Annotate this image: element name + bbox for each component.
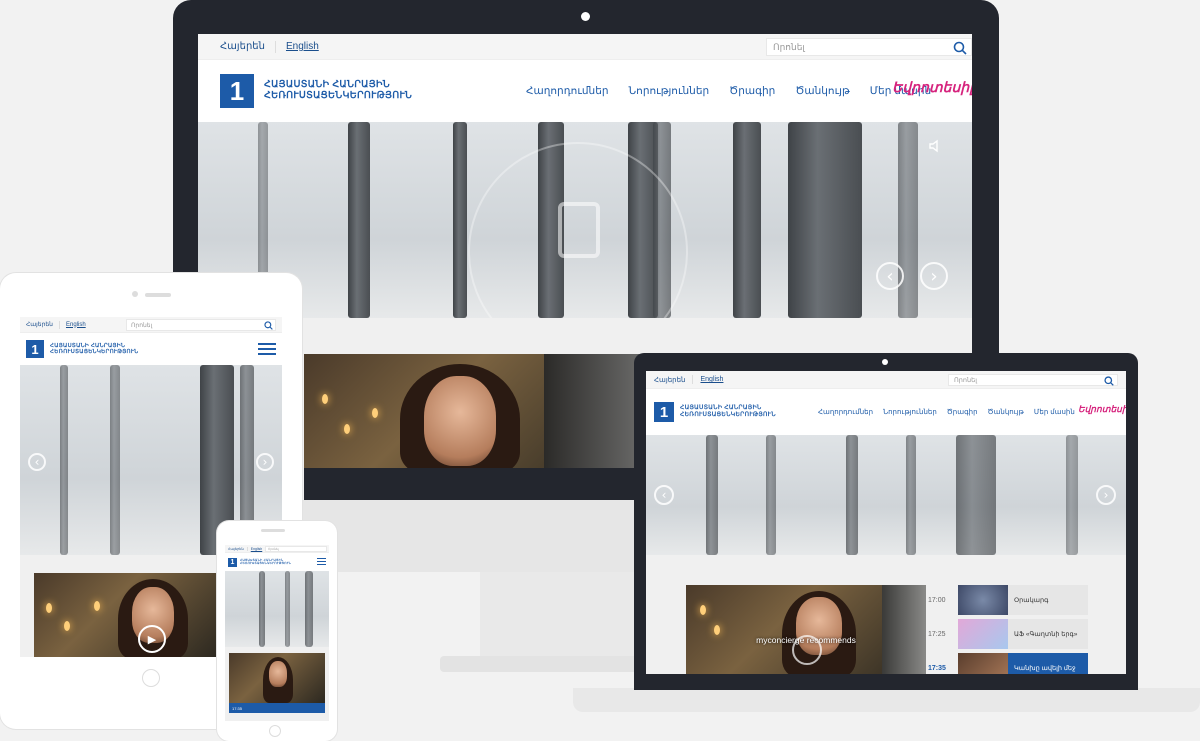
tablet-search-placeholder: Որոնել — [131, 322, 153, 329]
laptop-nav-about[interactable]: Մեր մասին — [1034, 408, 1075, 416]
schedule-title: ԱՖ «Գաղտնի երգ» — [1008, 619, 1088, 649]
hamburger-menu-icon[interactable] — [258, 340, 276, 358]
phone-lang-en[interactable]: English — [251, 547, 262, 551]
tablet-prev-arrow[interactable]: ‹ — [28, 453, 46, 471]
laptop-top-bar: Հայերեն English Որոնել — [646, 371, 1126, 389]
tablet-logo-mark[interactable]: 1 — [26, 340, 44, 358]
laptop-video-player[interactable]: myconcierge recommends — [686, 585, 926, 674]
laptop-screen: Հայերեն English Որոնել 1 ՀԱՅԱՍՏԱՆԻ ՀԱՆՐԱ… — [646, 371, 1126, 674]
search-icon[interactable] — [953, 41, 967, 55]
phone-hamburger-icon[interactable] — [317, 556, 326, 567]
laptop-logo-mark[interactable]: 1 — [654, 402, 674, 422]
tablet-video-player[interactable]: ▶ — [34, 573, 218, 657]
eurovision-badge[interactable]: Եվրոտեսիլ — [892, 80, 972, 97]
laptop-header: 1 ՀԱՅԱՍՏԱՆԻ ՀԱՆՐԱՅԻՆ ՀԵՌՈՒՍՏԱՑԵՆԿԵՐՈՒԹՅՈ… — [646, 389, 1126, 435]
tablet-play-icon[interactable]: ▶ — [138, 625, 166, 653]
lang-hy-link[interactable]: Հայերեն — [220, 41, 265, 52]
main-nav: Հաղորդումներ Նորություններ Ծրագիր Ծանկու… — [526, 85, 931, 97]
laptop-content: myconcierge recommends 17:00 Օրակարգ 17:… — [646, 555, 1126, 674]
tablet-search-input[interactable]: Որոնել — [126, 319, 276, 331]
schedule-time: 17:35 — [928, 664, 946, 672]
camera-dot — [581, 12, 590, 21]
laptop-next-arrow[interactable]: › — [1096, 485, 1116, 505]
tablet-speaker — [145, 293, 171, 297]
laptop-search-input[interactable]: Որոնել — [948, 374, 1118, 386]
lang-divider — [274, 40, 276, 53]
tablet-lang-hy[interactable]: Հայերեն — [26, 321, 53, 328]
laptop-nav-schedule[interactable]: Ծրագիր — [947, 408, 978, 416]
tablet-next-arrow[interactable]: › — [256, 453, 274, 471]
schedule-title: Օրակարգ — [1008, 585, 1088, 615]
laptop-prev-arrow[interactable]: ‹ — [654, 485, 674, 505]
phone-hero — [225, 571, 329, 647]
phone-device: Հայերեն English Որոնել 1 ՀԱՅԱՍՏԱՆԻ ՀԱՆՐԱ… — [217, 521, 337, 741]
logo-watermark — [558, 202, 600, 258]
laptop-lang-hy[interactable]: Հայերեն — [654, 376, 685, 384]
laptop-logo-text[interactable]: ՀԱՅԱՍՏԱՆԻ ՀԱՆՐԱՅԻՆ ՀԵՌՈՒՍՏԱՑԵՆԿԵՐՈՒԹՅՈՒՆ — [680, 405, 776, 419]
laptop-search-placeholder: Որոնել — [954, 377, 978, 384]
tablet-camera — [132, 291, 138, 297]
nav-item-news[interactable]: Նորություններ — [629, 85, 710, 97]
phone-home-button[interactable] — [269, 725, 281, 737]
phone-screen: Հայերեն English Որոնել 1 ՀԱՅԱՍՏԱՆԻ ՀԱՆՐԱ… — [225, 545, 329, 721]
hero-next-arrow[interactable]: › — [920, 262, 948, 290]
tablet-home-button[interactable] — [142, 669, 160, 687]
search-icon[interactable] — [1104, 376, 1114, 386]
schedule-time: 17:00 — [928, 596, 946, 604]
logo-mark[interactable]: 1 — [220, 74, 254, 108]
laptop-hero: ‹ › — [646, 435, 1126, 555]
phone-content: 17:35 — [225, 647, 329, 721]
schedule-thumb — [958, 653, 1008, 674]
schedule-title: Կանխը ավելի մեջ — [1008, 653, 1088, 674]
phone-logo-mark[interactable]: 1 — [228, 557, 237, 567]
laptop-nav-culture[interactable]: Ծանկույթ — [988, 408, 1024, 416]
schedule-row-2[interactable]: 17:25 ԱՖ «Գաղտնի երգ» — [928, 619, 1088, 649]
search-input[interactable]: Որոնել — [766, 38, 972, 56]
laptop-main-nav: Հաղորդումներ Նորություններ Ծրագիր Ծանկու… — [818, 408, 1075, 416]
phone-search-placeholder: Որոնել — [268, 547, 279, 551]
laptop-camera — [882, 359, 888, 365]
speaker-icon[interactable] — [928, 138, 944, 154]
hero-prev-arrow[interactable]: ‹ — [876, 262, 904, 290]
phone-header: 1 ՀԱՅԱՍՏԱՆԻ ՀԱՆՐԱՅԻՆ ՀԵՌՈՒՍՏԱՑԵՆԿԵՐՈՒԹՅՈ… — [225, 553, 329, 571]
tablet-lang-en[interactable]: English — [66, 322, 86, 328]
laptop-lang-en[interactable]: English — [700, 376, 723, 383]
laptop-eurovision-badge[interactable]: Եվրոտեսիլ — [1078, 404, 1126, 415]
video-player[interactable] — [304, 354, 644, 468]
phone-search-input[interactable]: Որոնել — [265, 546, 327, 552]
phone-schedule-active[interactable]: 17:35 — [229, 703, 325, 713]
phone-lang-hy[interactable]: Հայերեն — [228, 547, 244, 551]
laptop-play-icon[interactable] — [792, 635, 822, 665]
search-icon[interactable] — [264, 321, 273, 330]
laptop-base — [573, 688, 1200, 712]
phone-logo-text[interactable]: ՀԱՅԱՍՏԱՆԻ ՀԱՆՐԱՅԻՆ ՀԵՌՈՒՍՏԱՑԵՆԿԵՐՈՒԹՅՈՒՆ — [240, 558, 291, 566]
phone-top-bar: Հայերեն English Որոնել — [225, 545, 329, 553]
search-placeholder: Որոնել — [773, 41, 805, 52]
tablet-header: 1 ՀԱՅԱՍՏԱՆԻ ՀԱՆՐԱՅԻՆ ՀԵՌՈՒՍՏԱՑԵՆԿԵՐՈՒԹՅՈ… — [20, 333, 282, 365]
tablet-top-bar: Հայերեն English Որոնել — [20, 317, 282, 333]
schedule-thumb — [958, 619, 1008, 649]
schedule-row-3-active[interactable]: 17:35 Կանխը ավելի մեջ — [928, 653, 1088, 674]
schedule-time: 17:25 — [928, 630, 946, 638]
nav-item-schedule[interactable]: Ծրագիր — [729, 85, 775, 97]
laptop-nav-news[interactable]: Նորություններ — [883, 408, 937, 416]
logo-text[interactable]: ՀԱՅԱՍՏԱՆԻ ՀԱՆՐԱՅԻՆ ՀԵՌՈՒՍՏԱՑԵՆԿԵՐՈՒԹՅՈՒՆ — [264, 79, 413, 102]
tablet-logo-text[interactable]: ՀԱՅԱՍՏԱՆԻ ՀԱՆՐԱՅԻՆ ՀԵՌՈՒՍՏԱՑԵՆԿԵՐՈՒԹՅՈՒՆ — [50, 343, 138, 356]
lang-en-link[interactable]: English — [286, 41, 319, 52]
schedule-row-1[interactable]: 17:00 Օրակարգ — [928, 585, 1088, 615]
site-header: 1 ՀԱՅԱՍՏԱՆԻ ՀԱՆՐԱՅԻՆ ՀԵՌՈՒՍՏԱՑԵՆԿԵՐՈՒԹՅՈ… — [198, 60, 972, 122]
logo-line2: ՀԵՌՈՒՍՏԱՑԵՆԿԵՐՈՒԹՅՈՒՆ — [264, 90, 413, 101]
nav-item-culture[interactable]: Ծանկույթ — [795, 85, 849, 97]
nav-item-programs[interactable]: Հաղորդումներ — [526, 85, 609, 97]
laptop-device: Հայերեն English Որոնել 1 ՀԱՅԱՍՏԱՆԻ ՀԱՆՐԱ… — [634, 353, 1138, 690]
phone-video-player[interactable] — [229, 653, 325, 703]
schedule-thumb — [958, 585, 1008, 615]
laptop-nav-programs[interactable]: Հաղորդումներ — [818, 408, 873, 416]
top-bar: Հայերեն English Որոնել — [198, 34, 972, 60]
video-frame — [304, 354, 664, 500]
phone-speaker — [261, 529, 285, 532]
hero-slider: ‹ › — [198, 122, 972, 318]
